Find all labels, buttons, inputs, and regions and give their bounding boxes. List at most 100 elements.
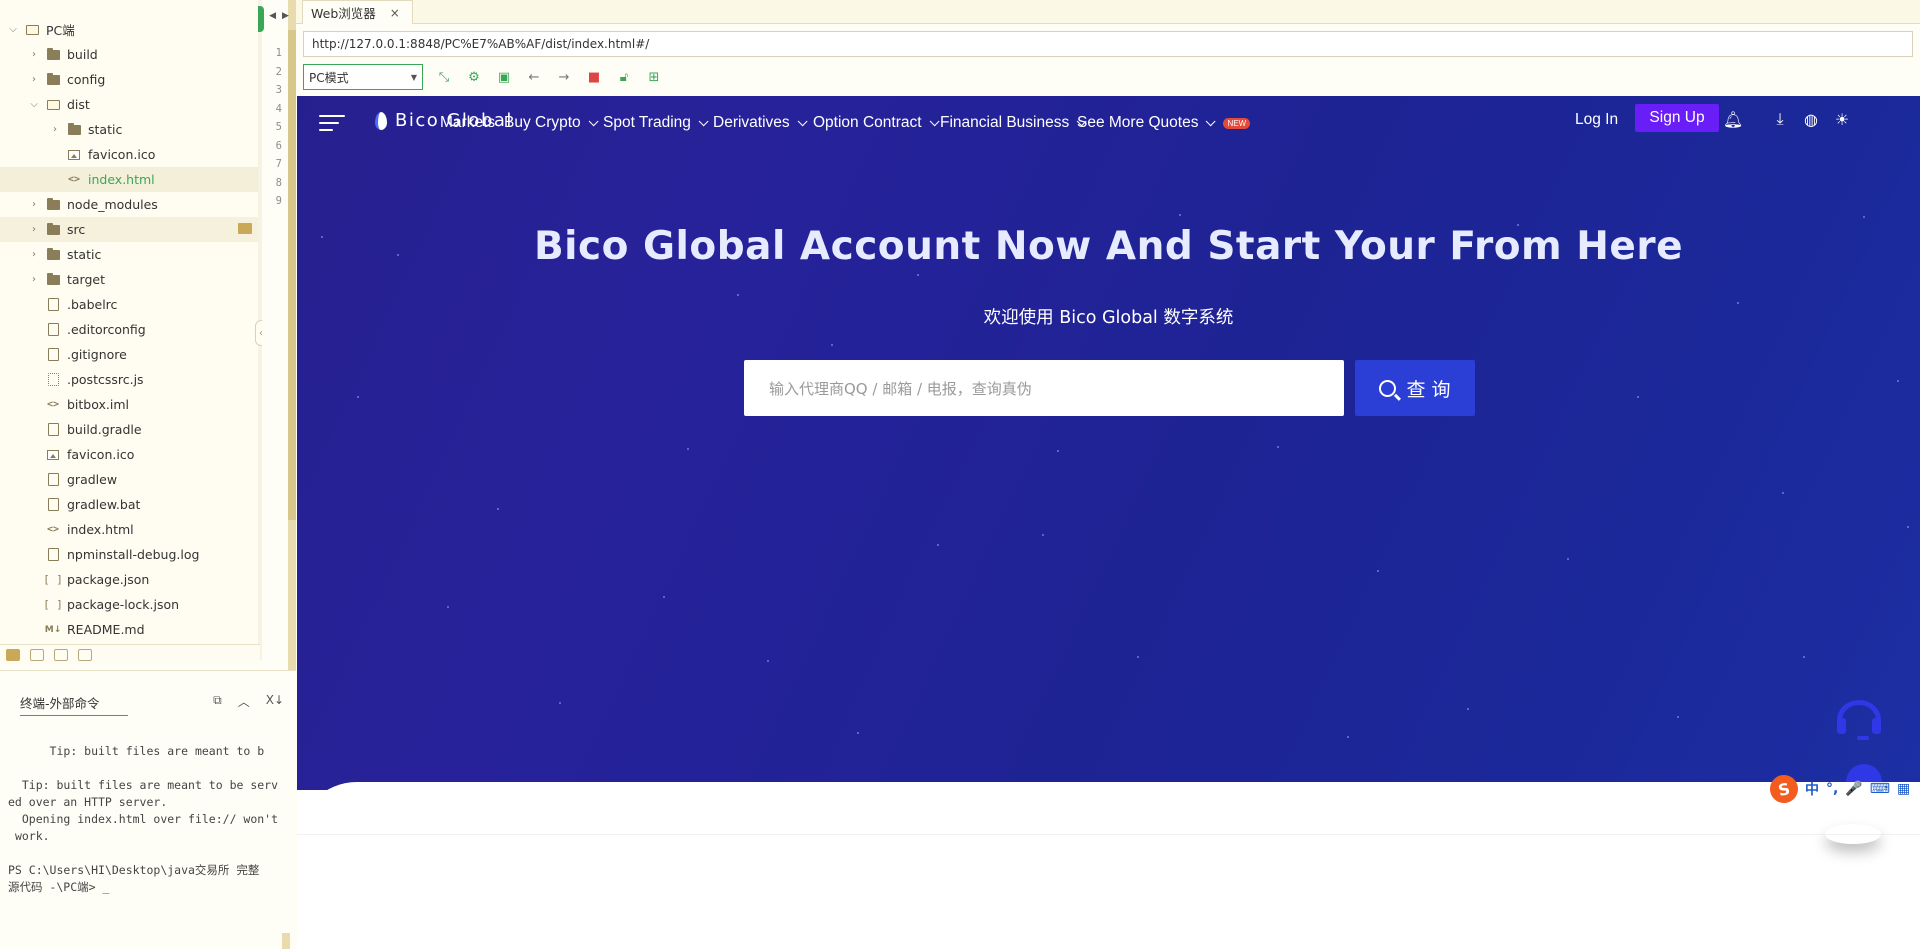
palette-icon[interactable] — [78, 648, 92, 661]
globe-icon[interactable]: ◍ — [1801, 110, 1821, 130]
tree-item-label: index.html — [67, 522, 134, 537]
chevron-down-icon[interactable]: ⌵ — [6, 23, 20, 37]
chevron-up-icon[interactable]: ︿ — [238, 693, 250, 710]
nav-see-more-quotes[interactable]: See More Quotes NEW — [1077, 114, 1251, 132]
star-dot — [1863, 216, 1865, 218]
lock-icon[interactable]: 🔓︎ — [615, 68, 633, 86]
close-icon[interactable]: × — [390, 6, 400, 20]
forward-arrow-icon[interactable]: → — [555, 68, 573, 86]
tree-item[interactable]: › static — [0, 242, 258, 267]
terminal-scrollbar[interactable] — [282, 933, 290, 949]
stop-icon[interactable]: ■ — [585, 68, 603, 86]
star-dot — [559, 702, 561, 704]
bug-icon[interactable] — [30, 648, 44, 661]
tree-item[interactable]: › static — [0, 117, 258, 142]
nav-spot-trading-label: Spot Trading — [603, 114, 691, 131]
microphone-icon[interactable]: 🎤 — [1845, 781, 1862, 797]
tree-item[interactable]: › src — [0, 217, 258, 242]
nav-option-contract[interactable]: Option Contract — [813, 114, 940, 132]
star-dot — [1057, 450, 1059, 452]
chevron-right-icon[interactable]: › — [27, 198, 41, 212]
tree-item[interactable]: .gitignore — [0, 342, 258, 367]
tree-item[interactable]: ⌵ dist — [0, 92, 258, 117]
tab-scroll-arrows[interactable]: ◀ ▶ — [262, 6, 296, 26]
tree-item[interactable]: .postcssrc.js — [0, 367, 258, 392]
arrow-left-icon[interactable]: ◀ — [269, 11, 276, 21]
terminal-output[interactable]: Tip: built files are meant to b Tip: bui… — [8, 743, 292, 896]
open-external-icon[interactable]: ⧉ — [213, 693, 222, 710]
theme-toggle-icon[interactable]: ☀ — [1832, 110, 1852, 130]
tab-web-browser[interactable]: Web浏览器 × — [302, 0, 413, 24]
tree-item[interactable]: favicon.ico — [0, 142, 258, 167]
qrcode-icon[interactable]: ⊞ — [645, 68, 663, 86]
gutter-scrollbar[interactable] — [288, 0, 296, 670]
json-file-icon: [ ] — [43, 598, 63, 611]
line-number: 8 — [275, 176, 282, 189]
tree-item[interactable]: M↓ README.md — [0, 617, 258, 642]
customer-support-icon[interactable] — [1837, 700, 1883, 746]
file-icon — [45, 548, 61, 562]
download-icon[interactable]: ⤓ — [1770, 110, 1790, 130]
ime-punct-toggle[interactable]: °, — [1826, 781, 1838, 797]
chevron-right-icon[interactable]: › — [27, 73, 41, 87]
verify-search-button[interactable]: 查 询 — [1355, 360, 1475, 416]
back-arrow-icon[interactable]: ← — [525, 68, 543, 86]
tree-item[interactable]: favicon.ico — [0, 442, 258, 467]
tree-item[interactable]: › build — [0, 42, 258, 67]
grid-icon[interactable]: ▦ — [1897, 781, 1910, 797]
folder-icon[interactable] — [6, 648, 20, 661]
tree-item[interactable]: › node_modules — [0, 192, 258, 217]
tree-item[interactable]: gradlew — [0, 467, 258, 492]
tree-item[interactable]: gradlew.bat — [0, 492, 258, 517]
tree-item[interactable]: › target — [0, 267, 258, 292]
tree-item[interactable]: [ ] package-lock.json — [0, 592, 258, 617]
folder-icon[interactable] — [238, 223, 252, 234]
nav-buy-crypto[interactable]: Buy Crypto — [504, 114, 599, 132]
console-icon[interactable]: ▣ — [495, 68, 513, 86]
tree-item[interactable]: [ ] package.json — [0, 567, 258, 592]
search-icon[interactable] — [54, 648, 68, 661]
menu-icon[interactable] — [319, 115, 345, 131]
agent-verify-input[interactable]: 输入代理商QQ / 邮箱 / 电报，查询真伪 — [744, 360, 1344, 416]
tree-item[interactable]: .babelrc — [0, 292, 258, 317]
login-link[interactable]: Log In — [1575, 111, 1618, 129]
tree-item[interactable]: › config — [0, 67, 258, 92]
tree-item[interactable]: .editorconfig — [0, 317, 258, 342]
close-panel-icon[interactable]: X↓ — [266, 693, 284, 710]
settings-icon[interactable]: ⚙ — [465, 68, 483, 86]
star-dot — [1897, 380, 1899, 382]
star-dot — [497, 508, 499, 510]
chevron-right-icon[interactable]: › — [48, 123, 62, 137]
chevron-right-icon[interactable]: › — [27, 223, 41, 237]
screenshot-icon[interactable]: ⤡ — [435, 68, 453, 86]
tree-item[interactable]: <> index.html — [0, 517, 258, 542]
tree-item[interactable]: ⌵ PC端 — [0, 17, 258, 42]
nav-financial-business[interactable]: Financial Business — [940, 114, 1087, 132]
chevron-down-icon — [929, 115, 940, 126]
chevron-right-icon[interactable]: › — [27, 48, 41, 62]
tree-item[interactable]: <> bitbox.iml — [0, 392, 258, 417]
nav-derivatives[interactable]: Derivatives — [713, 114, 808, 132]
chevron-down-icon[interactable]: ⌵ — [27, 98, 41, 112]
project-tree: ⌵ PC端 › build › config ⌵ dist › static favicon.ico… — [0, 0, 260, 660]
ime-lang-toggle[interactable]: 中 — [1805, 779, 1819, 799]
ime-logo-icon[interactable]: S — [1767, 772, 1801, 806]
arrow-right-icon[interactable]: ▶ — [282, 11, 289, 21]
url-input[interactable]: http://127.0.0.1:8848/PC%E7%AB%AF/dist/i… — [303, 31, 1913, 57]
mode-select[interactable]: PC模式 ▼ — [303, 64, 423, 90]
bell-icon[interactable]: 🔔︎ — [1723, 110, 1743, 130]
tree-item[interactable]: <> index.html — [0, 167, 258, 192]
terminal-actions: ⧉ ︿ X↓ — [213, 693, 284, 710]
line-number: 3 — [275, 84, 282, 96]
tree-item[interactable]: build.gradle — [0, 417, 258, 442]
nav-markets[interactable]: Markets — [440, 114, 495, 132]
keyboard-icon[interactable]: ⌨ — [1870, 781, 1890, 797]
signup-button[interactable]: Sign Up — [1635, 104, 1719, 132]
terminal-tab[interactable]: 终端-外部命令 — [20, 693, 128, 716]
chevron-right-icon[interactable]: › — [27, 248, 41, 262]
tree-item[interactable]: npminstall-debug.log — [0, 542, 258, 567]
nav-spot-trading[interactable]: Spot Trading — [603, 114, 709, 132]
chevron-right-icon[interactable]: › — [27, 273, 41, 287]
